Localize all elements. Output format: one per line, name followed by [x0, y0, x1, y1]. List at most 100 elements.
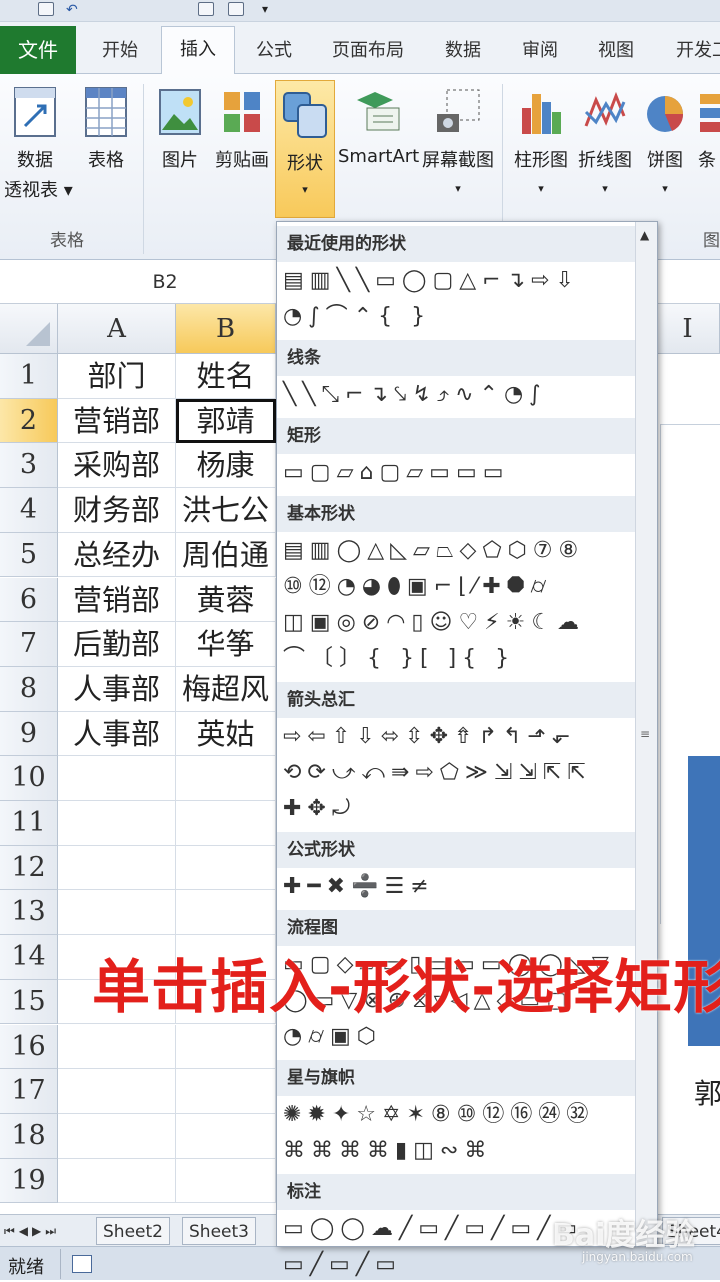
pie-chart-button[interactable]: 饼图 ▾ [638, 86, 692, 195]
cell-name[interactable]: 周伯通 [176, 532, 276, 578]
column-header-i[interactable]: I [656, 304, 720, 354]
print-preview-icon[interactable] [198, 2, 214, 16]
shape-icon-row[interactable]: ⌘⌘⌘⌘▮◫∾⌘ [283, 1134, 492, 1168]
cell-name[interactable] [176, 1069, 276, 1114]
shape-icon-row[interactable]: ╲╲⤡⌐↴⤥↯⤴∿⌃◔∫ [283, 378, 547, 412]
row-header[interactable]: 10 [0, 756, 58, 801]
cell-department[interactable]: 部门 [58, 354, 176, 399]
table-button[interactable]: 表格 [78, 86, 134, 172]
cell-department[interactable] [58, 1069, 176, 1114]
cell-department[interactable]: 人事部 [58, 666, 176, 712]
shape-icon-row[interactable]: ▤▥◯△◺▱⏢◇⬠⬡⑦⑧ [283, 534, 584, 568]
cell-name[interactable] [176, 801, 276, 846]
cell-department[interactable]: 采购部 [58, 443, 176, 489]
row-header[interactable]: 3 [0, 443, 58, 489]
cell-name[interactable] [176, 1113, 276, 1159]
row-header[interactable]: 1 [0, 354, 58, 399]
screenshot-button[interactable]: 屏幕截图 ▾ [420, 86, 496, 195]
tab-data[interactable]: 数据 [445, 36, 481, 62]
line-chart-button[interactable]: 折线图 ▾ [574, 86, 636, 195]
cell-department[interactable]: 营销部 [58, 398, 176, 444]
cell-name[interactable] [176, 890, 276, 936]
row-header[interactable]: 12 [0, 845, 58, 891]
cell-department[interactable]: 人事部 [58, 711, 176, 757]
tab-home[interactable]: 开始 [102, 36, 138, 62]
scroll-grip-icon[interactable]: ≡ [640, 727, 650, 741]
cell-name[interactable] [176, 756, 276, 801]
cell-name[interactable] [176, 1158, 276, 1204]
sheet-tab-3[interactable]: Sheet3 [182, 1217, 256, 1245]
shape-icon-row[interactable]: ◔⌭▣⬡ [283, 1020, 382, 1054]
shape-icon-row[interactable]: ▤▥╲╲▭◯▢△⌐↴⇨⇩ [283, 264, 580, 298]
gallery-scrollbar[interactable]: ▲ ≡ [635, 222, 657, 1246]
cell-department[interactable] [58, 1024, 176, 1070]
row-header[interactable]: 9 [0, 711, 58, 757]
select-all-corner[interactable] [0, 304, 58, 354]
shape-icon-row[interactable]: ▭▢▱⌂▢▱▭▭▭ [283, 456, 510, 490]
shape-icon-row[interactable]: ▭╱▭╱▭ [283, 1248, 402, 1282]
undo-icon[interactable]: ↶ [66, 2, 82, 18]
bar-chart-button[interactable]: 条 [698, 86, 720, 172]
cell-name[interactable]: 洪七公 [176, 488, 276, 533]
shapes-button[interactable]: 形状 ▾ [275, 80, 335, 218]
pivot-table-button[interactable]: 数据 透视表 ▾ [4, 86, 73, 202]
shape-icon-row[interactable]: ⌒〔〕{ }[ ]{ } [283, 642, 515, 676]
cell-name[interactable]: 姓名 [176, 354, 276, 399]
row-header[interactable]: 8 [0, 666, 58, 712]
cell-department[interactable] [58, 1158, 176, 1204]
cell-name[interactable]: 英姑 [176, 711, 276, 757]
tab-insert[interactable]: 插入 [161, 26, 235, 75]
tab-page-layout[interactable]: 页面布局 [332, 36, 404, 62]
tab-formulas[interactable]: 公式 [256, 36, 292, 62]
row-header[interactable]: 16 [0, 1024, 58, 1070]
cell-name[interactable] [176, 845, 276, 891]
row-header[interactable]: 4 [0, 488, 58, 533]
row-header[interactable]: 18 [0, 1113, 58, 1159]
shape-icon-row[interactable]: ⑩⑫◔◕⬮▣⌐⌊⁄✚⯃⌭ [283, 570, 552, 604]
cell-name[interactable]: 黄蓉 [176, 577, 276, 623]
column-header-b[interactable]: B [176, 304, 276, 354]
column-chart-button[interactable]: 柱形图 ▾ [510, 86, 572, 195]
save-icon[interactable] [38, 2, 54, 16]
cell-department[interactable] [58, 845, 176, 891]
customize-qat-icon[interactable]: ▾ [262, 2, 278, 16]
row-header[interactable]: 6 [0, 577, 58, 623]
row-header[interactable]: 17 [0, 1069, 58, 1114]
row-header[interactable]: 11 [0, 801, 58, 846]
shape-icon-row[interactable]: ⟲⟳⤻⤺⇛⇨⬠≫⇲⇲⇱⇱ [283, 756, 592, 790]
scroll-up-icon[interactable]: ▲ [640, 228, 649, 242]
cell-name[interactable]: 华筝 [176, 622, 276, 667]
column-header-a[interactable]: A [58, 304, 176, 354]
shape-icon-row[interactable]: ✚━✖➗☰≠ [283, 870, 435, 904]
tab-developer[interactable]: 开发工 [676, 36, 720, 62]
row-header[interactable]: 2 [0, 398, 58, 444]
cell-department[interactable] [58, 1113, 176, 1159]
smartart-button[interactable]: SmartArt [338, 86, 419, 167]
cell-department[interactable]: 后勤部 [58, 622, 176, 667]
row-header[interactable]: 5 [0, 532, 58, 578]
tab-review[interactable]: 审阅 [522, 36, 558, 62]
selected-cell-b2[interactable]: 郭靖 [176, 398, 276, 444]
row-header[interactable]: 14 [0, 935, 58, 980]
cell-department[interactable]: 营销部 [58, 577, 176, 623]
tab-view[interactable]: 视图 [598, 36, 634, 62]
shape-icon-row[interactable]: ✺✹✦☆✡✶⑧⑩⑫⑯㉔㉜ [283, 1098, 594, 1132]
cell-name[interactable]: 杨康 [176, 443, 276, 489]
cell-name[interactable]: 梅超风 [176, 666, 276, 712]
camera-icon[interactable] [228, 2, 244, 16]
cell-department[interactable] [58, 756, 176, 801]
shape-icon-row[interactable]: ◫▣◎⊘◠▯☺♡⚡☀☾☁ [283, 606, 585, 640]
row-header[interactable]: 13 [0, 890, 58, 936]
row-header[interactable]: 15 [0, 979, 58, 1025]
tab-file[interactable]: 文件 [0, 26, 76, 74]
cell-department[interactable] [58, 801, 176, 846]
picture-button[interactable]: 图片 [154, 86, 206, 172]
shape-icon-row[interactable]: ▭◯◯☁╱▭╱▭╱▭╱▭ [283, 1212, 583, 1246]
cell-department[interactable]: 总经办 [58, 532, 176, 578]
shape-icon-row[interactable]: ⇨⇦⇧⇩⬄⇳✥⇮↱↰⬏⬐ [283, 720, 576, 754]
cell-department[interactable] [58, 890, 176, 936]
row-header[interactable]: 7 [0, 622, 58, 667]
cell-name[interactable] [176, 1024, 276, 1070]
clipart-button[interactable]: 剪贴画 [212, 86, 272, 172]
shape-icon-row[interactable]: ◔∫⌒⌃{ } [283, 300, 431, 334]
